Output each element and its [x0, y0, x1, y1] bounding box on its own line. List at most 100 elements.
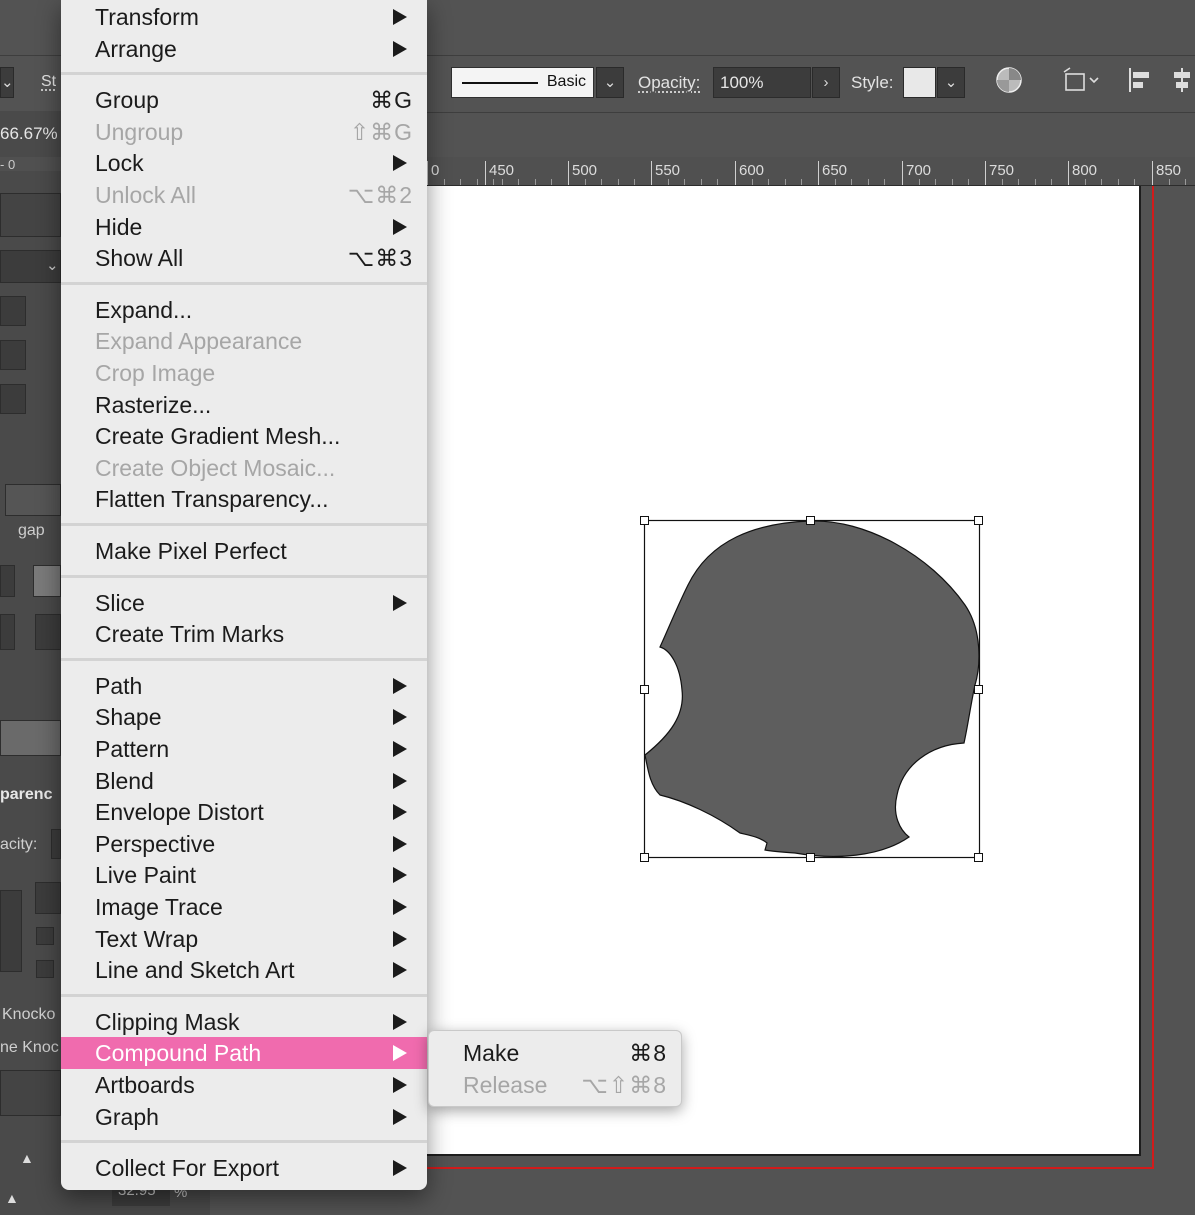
left-panel-dropdown-arrow[interactable]: ⌄: [46, 256, 59, 274]
handle-top-left[interactable]: [640, 516, 649, 525]
menu-item-image-trace[interactable]: Image Trace: [61, 891, 427, 923]
handle-bottom-center[interactable]: [806, 853, 815, 862]
handle-middle-left[interactable]: [640, 685, 649, 694]
submenu-arrow-icon: [393, 1077, 407, 1093]
menu-item-create-trim-marks[interactable]: Create Trim Marks: [61, 618, 427, 650]
submenu-arrow-icon: [393, 155, 407, 172]
left-dropdown-button[interactable]: ⌄: [0, 67, 14, 98]
opacity-field[interactable]: 100%: [713, 67, 811, 98]
ruler-major-tick: [818, 161, 819, 185]
menu-item-arrange[interactable]: Arrange: [61, 33, 427, 65]
menu-item-label: Text Wrap: [95, 925, 199, 952]
ruler-minor-tick: [700, 179, 702, 185]
panel-swatch[interactable]: [33, 565, 61, 597]
menu-item-create-gradient-mesh[interactable]: Create Gradient Mesh...: [61, 420, 427, 452]
align-center-icon[interactable]: [1168, 66, 1195, 100]
submenu-arrow-icon: [393, 709, 407, 726]
submenu-item-make[interactable]: Make ⌘8: [429, 1037, 683, 1069]
ruler-major-tick: [427, 161, 428, 185]
menu-item-graph[interactable]: Graph: [61, 1101, 427, 1133]
menu-item-rasterize[interactable]: Rasterize...: [61, 389, 427, 421]
checkbox-2[interactable]: [36, 960, 54, 978]
submenu-arrow-icon: [393, 9, 407, 25]
handle-middle-right[interactable]: [974, 685, 983, 694]
submenu-item-label: Release: [463, 1072, 548, 1098]
handle-bottom-right[interactable]: [974, 853, 983, 862]
horizontal-ruler[interactable]: 0 450 500 550 600 650 700 750 800 850: [427, 157, 1195, 186]
menu-item-envelope-distort[interactable]: Envelope Distort: [61, 796, 427, 828]
menu-item-crop-image: Crop Image: [61, 357, 427, 389]
panel-tool-2[interactable]: [0, 340, 26, 370]
menu-item-lock[interactable]: Lock: [61, 147, 427, 179]
menu-item-label: Unlock All: [95, 182, 196, 208]
transparency-opacity-field[interactable]: [51, 829, 61, 859]
menu-item-hide[interactable]: Hide: [61, 211, 427, 243]
menu-item-expand[interactable]: Expand...: [61, 294, 427, 326]
recolor-icon[interactable]: [994, 66, 1024, 100]
menu-item-perspective[interactable]: Perspective: [61, 828, 427, 860]
style-swatch[interactable]: [903, 67, 936, 98]
stroke-profile-dropdown[interactable]: ⌄: [596, 67, 624, 98]
menu-item-live-paint[interactable]: Live Paint: [61, 859, 427, 891]
zoom-level[interactable]: 66.67%: [0, 124, 58, 144]
ruler-minor-tick: [968, 179, 970, 185]
panel-tool-1[interactable]: [0, 296, 26, 326]
gradient-slider-stop-icon[interactable]: ▲: [20, 1150, 34, 1166]
menu-item-label: Arrange: [95, 35, 177, 62]
menu-item-path[interactable]: Path: [61, 670, 427, 702]
menu-item-group[interactable]: Group ⌘G: [61, 84, 427, 116]
opacity-label[interactable]: Opacity:: [638, 73, 700, 93]
menu-item-clipping-mask[interactable]: Clipping Mask: [61, 1006, 427, 1038]
handle-top-center[interactable]: [806, 516, 815, 525]
stroke-profile-box[interactable]: Basic: [451, 67, 594, 98]
menu-item-expand-appearance: Expand Appearance: [61, 325, 427, 357]
submenu-arrow-icon: [393, 930, 407, 947]
ruler-left-stub: - 0: [0, 157, 61, 172]
submenu-item-shortcut: ⌥⇧⌘8: [581, 1072, 667, 1098]
menu-item-make-pixel-perfect[interactable]: Make Pixel Perfect: [61, 535, 427, 567]
menu-item-transform[interactable]: Transform: [61, 1, 427, 33]
ruler-minor-tick: [634, 179, 636, 185]
ruler-minor-tick: [534, 179, 536, 185]
opacity-expand-button[interactable]: ›: [812, 67, 840, 98]
panel-stepper[interactable]: [35, 614, 61, 650]
ruler-minor-tick: [951, 179, 953, 185]
menu-item-collect-for-export[interactable]: Collect For Export: [61, 1152, 427, 1184]
checkbox-1[interactable]: [36, 927, 54, 945]
align-left-icon[interactable]: [1125, 66, 1155, 100]
menu-item-shortcut: ⌥⌘2: [347, 182, 413, 208]
ruler-minor-tick: [460, 179, 462, 185]
ruler-minor-tick: [834, 179, 836, 185]
shape-path[interactable]: [644, 520, 980, 857]
menu-item-compound-path[interactable]: Compound Path: [61, 1037, 427, 1070]
panel-field-1[interactable]: [5, 484, 61, 516]
selected-compound-shape[interactable]: [630, 505, 1000, 875]
menu-item-slice[interactable]: Slice: [61, 587, 427, 619]
menu-item-label: Live Paint: [95, 862, 197, 889]
panel-tool-3[interactable]: [0, 384, 26, 414]
ruler-minor-tick: [935, 179, 937, 185]
menu-item-shape[interactable]: Shape: [61, 701, 427, 733]
compound-path-submenu: Make ⌘8 Release ⌥⇧⌘8: [428, 1030, 682, 1107]
panel-field-3[interactable]: [0, 614, 15, 650]
submenu-arrow-icon: [393, 1108, 407, 1125]
menu-item-text-wrap[interactable]: Text Wrap: [61, 923, 427, 955]
menu-item-label: Create Object Mosaic...: [95, 454, 336, 481]
menu-item-label: Create Gradient Mesh...: [95, 423, 341, 450]
stroke-label-partial[interactable]: St: [41, 73, 56, 91]
handle-bottom-left[interactable]: [640, 853, 649, 862]
menu-item-pattern[interactable]: Pattern: [61, 733, 427, 765]
stroke-preview-line: [462, 82, 538, 84]
transparency-mask-box[interactable]: [35, 882, 61, 914]
handle-top-right[interactable]: [974, 516, 983, 525]
menu-item-line-and-sketch-art[interactable]: Line and Sketch Art: [61, 954, 427, 986]
menu-item-artboards[interactable]: Artboards: [61, 1069, 427, 1101]
menu-item-blend[interactable]: Blend: [61, 765, 427, 797]
menu-item-show-all[interactable]: Show All ⌥⌘3: [61, 242, 427, 274]
style-dropdown[interactable]: ⌄: [937, 67, 965, 98]
transform-icon[interactable]: [1060, 66, 1104, 100]
menu-item-flatten-transparency[interactable]: Flatten Transparency...: [61, 483, 427, 515]
gradient-slider-stop-icon-2[interactable]: ▲: [5, 1190, 19, 1206]
panel-field-2[interactable]: [0, 565, 15, 597]
ruler-tick-label: 0: [431, 162, 440, 179]
